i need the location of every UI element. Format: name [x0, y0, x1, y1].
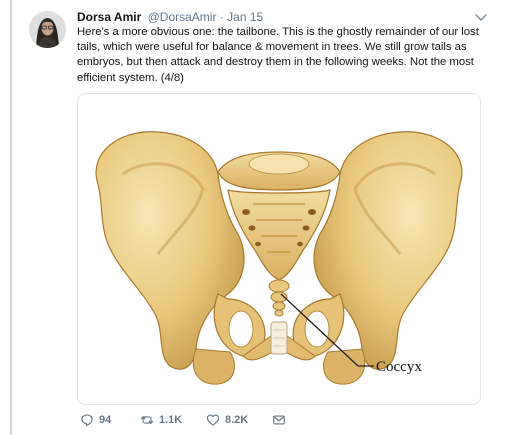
retweet-button[interactable]: 1.1K: [140, 410, 182, 430]
header-separator: ·: [219, 10, 224, 24]
like-count: 8.2K: [225, 414, 249, 426]
direct-message-button[interactable]: [272, 410, 286, 430]
like-button[interactable]: 8.2K: [206, 410, 248, 430]
avatar[interactable]: [29, 11, 66, 48]
chevron-down-icon[interactable]: [474, 11, 488, 23]
tweet-text: Here's a more obvious one: the tailbone.…: [77, 26, 479, 84]
reply-icon: [81, 414, 93, 426]
author-name[interactable]: Dorsa Amir: [77, 10, 141, 24]
retweet-icon: [140, 416, 154, 424]
coccyx-label: Coccyx: [376, 359, 422, 375]
reply-count: 94: [99, 414, 112, 426]
pelvis-illustration: Coccyx: [95, 131, 463, 385]
envelope-icon: [273, 415, 285, 425]
author-handle[interactable]: @DorsaAmir: [148, 10, 217, 24]
heart-icon: [206, 414, 220, 426]
avatar-image: [29, 11, 66, 48]
reply-button[interactable]: 94: [80, 410, 111, 430]
tweet-image[interactable]: Coccyx: [77, 93, 481, 405]
tweet[interactable]: Dorsa Amir @DorsaAmir · Jan 15 Here's a …: [0, 0, 506, 435]
tweet-date[interactable]: Jan 15: [227, 10, 263, 24]
tweet-header: Dorsa Amir @DorsaAmir · Jan 15: [77, 10, 486, 24]
retweet-count: 1.1K: [159, 414, 183, 426]
